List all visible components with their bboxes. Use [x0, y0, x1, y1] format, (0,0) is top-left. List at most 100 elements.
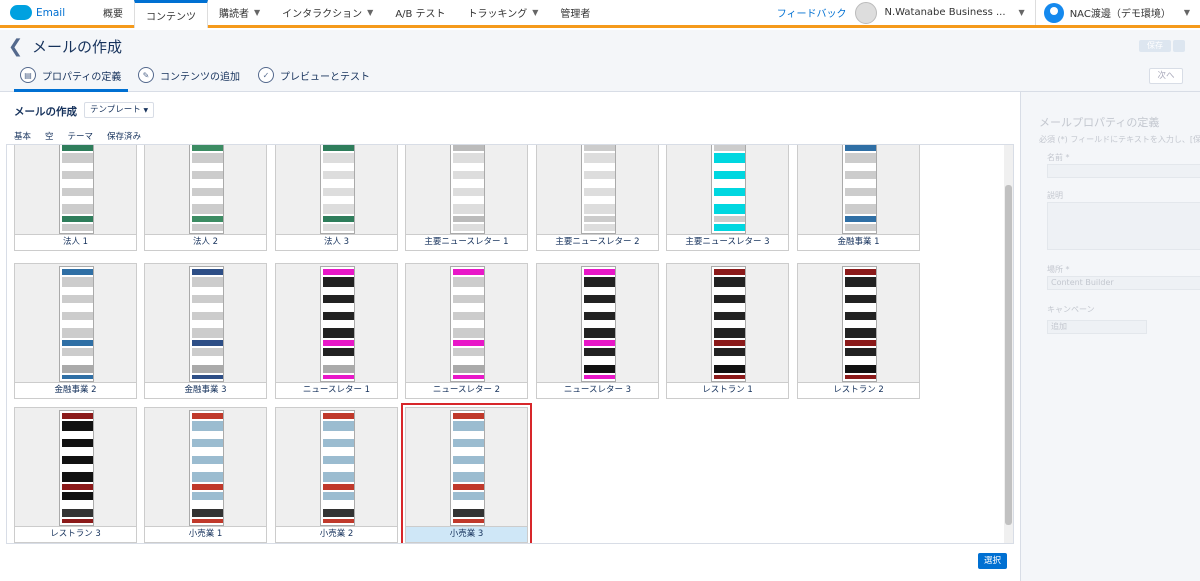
save-menu-button[interactable]	[1173, 40, 1185, 52]
template-card[interactable]: ニュースレター 1	[275, 263, 398, 399]
preview-block	[62, 216, 93, 222]
template-card[interactable]: 小売業 2	[275, 407, 398, 543]
template-card[interactable]: レストラン 1	[666, 263, 789, 399]
template-card[interactable]: レストラン 3	[14, 407, 137, 543]
template-name: 主要ニュースレター 3	[667, 234, 788, 250]
tab-basic[interactable]: 基本	[14, 130, 31, 142]
scrollbar-thumb[interactable]	[1005, 185, 1012, 525]
panel-title: メールプロパティの定義	[1039, 116, 1160, 129]
preview-block	[192, 472, 223, 482]
preview-block	[192, 165, 223, 169]
template-card[interactable]: ニュースレター 3	[536, 263, 659, 399]
preview-block	[323, 328, 354, 338]
preview-block	[323, 322, 354, 326]
preview-block	[192, 204, 223, 214]
preview-block	[714, 295, 745, 303]
step-bar: ▤ プロパティの定義 ✎ コンテンツの追加 ✓ プレビューとテスト	[0, 62, 1200, 92]
chevron-down-icon[interactable]: ▼	[1019, 8, 1025, 17]
step-define-properties[interactable]: ▤ プロパティの定義	[20, 67, 121, 83]
scrollbar[interactable]	[1004, 145, 1013, 543]
nav-interactions[interactable]: インタラクション ▼	[271, 0, 384, 25]
save-button[interactable]: 保存	[1139, 40, 1171, 52]
template-card[interactable]: 法人 2	[144, 145, 267, 251]
brand[interactable]: Email	[0, 0, 92, 25]
user-menu[interactable]: NAC渡邊（デモ環境）	[1070, 5, 1171, 20]
nav-overview[interactable]: 概要	[92, 0, 134, 25]
salesforce-cloud-icon	[10, 5, 32, 20]
preview-block	[323, 466, 354, 470]
tab-saved[interactable]: 保存済み	[107, 130, 141, 142]
template-dropdown[interactable]: テンプレート ▼	[84, 102, 155, 118]
einstein-avatar[interactable]	[854, 1, 877, 24]
tab-theme[interactable]: テーマ	[68, 130, 94, 142]
campaign-add-field[interactable]: 追加	[1047, 320, 1147, 334]
template-name: 主要ニュースレター 1	[406, 234, 527, 250]
name-field[interactable]	[1047, 164, 1200, 178]
preview-block	[323, 492, 354, 500]
preview-block	[62, 269, 93, 275]
preview-block	[845, 348, 876, 356]
feedback-link[interactable]: フィードバック	[777, 5, 847, 20]
nav-admin[interactable]: 管理者	[549, 0, 601, 25]
template-preview	[59, 410, 94, 526]
tab-empty[interactable]: 空	[45, 130, 54, 142]
preview-block	[192, 289, 223, 293]
step-label: プロパティの定義	[42, 71, 122, 83]
chevron-down-icon: ▼	[254, 8, 261, 17]
chevron-down-icon[interactable]: ▼	[1184, 8, 1190, 17]
preview-block	[453, 509, 484, 517]
preview-block	[584, 153, 615, 163]
preview-block	[453, 289, 484, 293]
nav-interactions-label: インタラクション	[282, 9, 363, 20]
user-icon[interactable]	[1043, 2, 1064, 23]
location-field[interactable]: Content Builder	[1047, 276, 1200, 290]
template-card[interactable]: 主要ニュースレター 1	[405, 145, 528, 251]
preview-block	[714, 289, 745, 293]
template-name: ニュースレター 1	[276, 382, 397, 398]
next-button[interactable]: 次へ	[1149, 68, 1183, 84]
preview-block	[192, 375, 223, 379]
nav-tracking[interactable]: トラッキング ▼	[457, 0, 550, 25]
preview-block	[323, 269, 354, 275]
select-button[interactable]: 選択	[978, 553, 1007, 569]
template-card[interactable]: 法人 1	[14, 145, 137, 251]
template-card[interactable]: 金融事業 2	[14, 263, 137, 399]
preview-block	[62, 509, 93, 517]
template-card[interactable]: 主要ニュースレター 3	[666, 145, 789, 251]
template-card[interactable]: ニュースレター 2	[405, 263, 528, 399]
step-label: コンテンツの追加	[160, 71, 240, 83]
nav-content[interactable]: コンテンツ	[134, 0, 208, 28]
preview-block	[845, 216, 876, 222]
preview-block	[323, 277, 354, 287]
preview-block	[192, 358, 223, 363]
preview-block	[192, 502, 223, 507]
preview-block	[62, 171, 93, 179]
back-chevron-icon[interactable]: ❮	[8, 36, 23, 57]
template-card[interactable]: 法人 3	[275, 145, 398, 251]
description-field[interactable]	[1047, 202, 1200, 250]
step-add-content[interactable]: ✎ コンテンツの追加	[138, 67, 240, 83]
preview-block	[453, 358, 484, 363]
preview-block	[845, 224, 876, 231]
nav-ab-test[interactable]: A/B テスト	[384, 0, 456, 25]
template-card[interactable]: 小売業 1	[144, 407, 267, 543]
campaign-label: キャンペーン	[1047, 305, 1095, 314]
template-card[interactable]: レストラン 2	[797, 263, 920, 399]
template-card[interactable]: 金融事業 3	[144, 263, 267, 399]
nav-subscribers[interactable]: 購読者 ▼	[208, 0, 271, 25]
preview-block	[323, 216, 354, 222]
nav-right: フィードバック N.Watanabe Business ... ▼ NAC渡邊（…	[777, 0, 1200, 25]
preview-block	[62, 472, 93, 482]
preview-block	[453, 153, 484, 163]
template-preview	[450, 266, 485, 382]
preview-block	[192, 421, 223, 431]
preview-block	[714, 322, 745, 326]
template-card[interactable]: 金融事業 1	[797, 145, 920, 251]
preview-block	[62, 204, 93, 214]
template-card[interactable]: 主要ニュースレター 2	[536, 145, 659, 251]
step-preview-test[interactable]: ✓ プレビューとテスト	[258, 67, 370, 83]
preview-block	[323, 472, 354, 482]
template-card[interactable]: 小売業 3	[401, 403, 532, 543]
preview-block	[453, 305, 484, 310]
account-switcher[interactable]: N.Watanabe Business ...	[885, 7, 1006, 18]
